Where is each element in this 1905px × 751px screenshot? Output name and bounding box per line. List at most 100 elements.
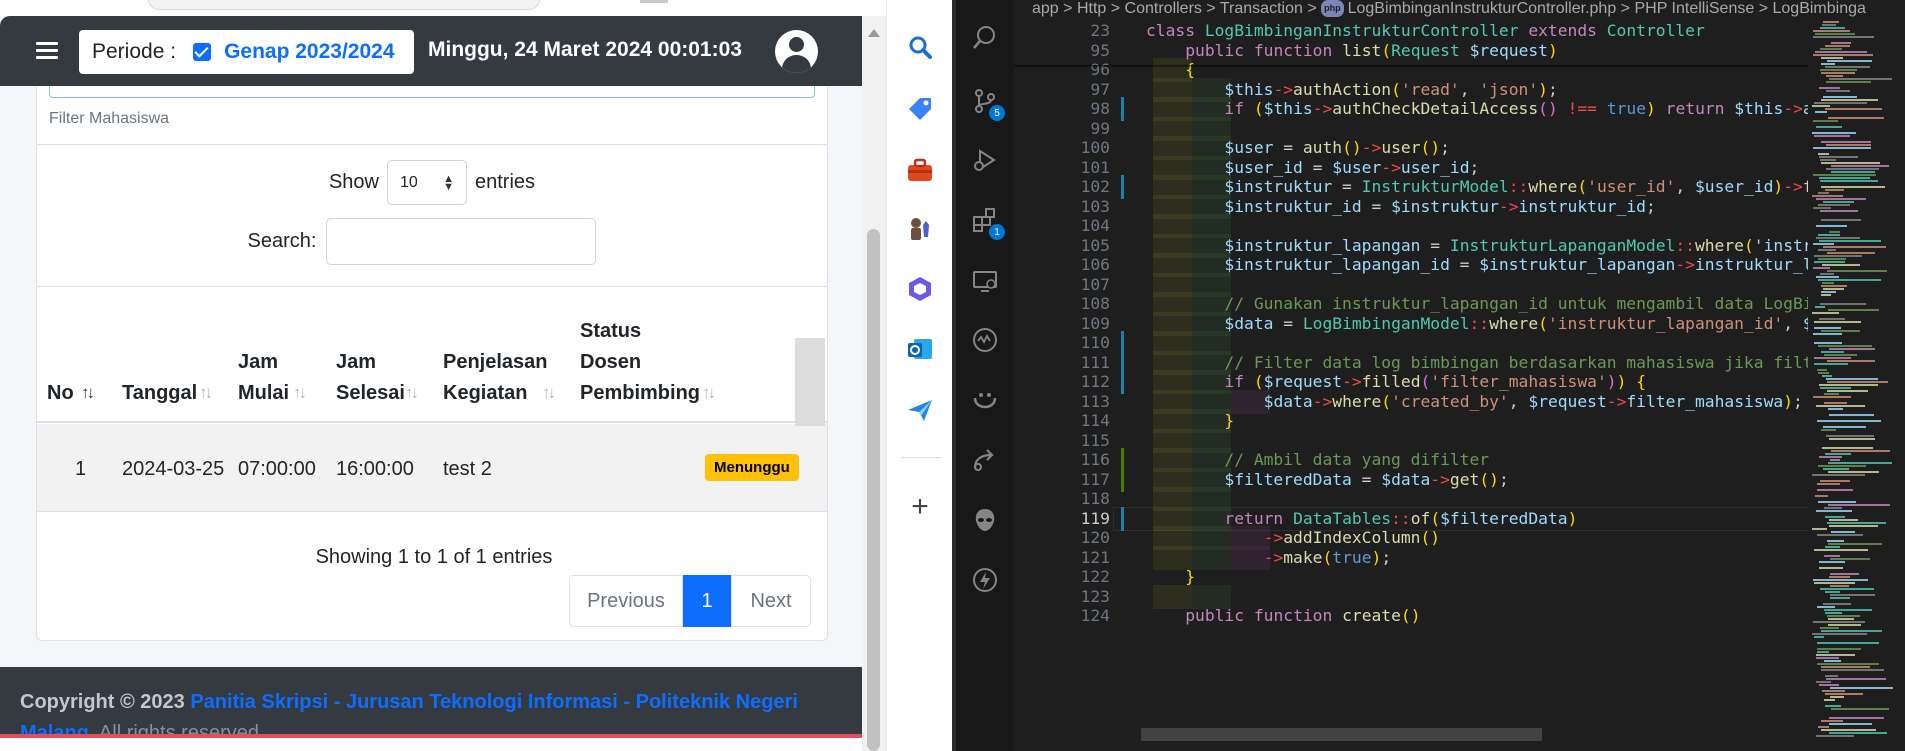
breadcrumb-item[interactable]: Http bbox=[1077, 0, 1106, 17]
column-header-tanggal[interactable]: Tanggal bbox=[122, 378, 197, 409]
column-header-status-dosen-pembimbing[interactable]: Status Dosen Pembimbing bbox=[580, 316, 700, 409]
user-avatar-icon[interactable] bbox=[775, 30, 818, 73]
hamburger-menu-icon[interactable] bbox=[36, 38, 58, 62]
share-arrow-icon[interactable] bbox=[969, 444, 1001, 476]
minimap-line bbox=[1828, 408, 1843, 410]
minimap-line bbox=[1830, 585, 1849, 587]
minimap-line bbox=[1824, 354, 1857, 356]
breadcrumb-file[interactable]: LogBimbinganInstrukturController.php bbox=[1348, 0, 1617, 17]
send-icon[interactable] bbox=[905, 395, 935, 425]
code-line[interactable]: $instruktur_lapangan_id = $instruktur_la… bbox=[1146, 253, 1881, 277]
tag-icon[interactable] bbox=[905, 94, 935, 124]
sort-asc-icon[interactable]: ↑↓ bbox=[81, 383, 95, 403]
timeline-icon[interactable] bbox=[969, 324, 1001, 356]
minimap-line bbox=[1817, 489, 1853, 491]
code-editor[interactable]: 23 class LogBimbinganInstrukturController… bbox=[1014, 17, 1905, 751]
minimap-line bbox=[1813, 54, 1873, 56]
sort-icon[interactable]: ↑↓ bbox=[405, 383, 419, 403]
column-header-no[interactable]: No bbox=[47, 378, 74, 409]
source-control-badge: 5 bbox=[989, 105, 1005, 121]
table-row[interactable]: 1 2024-03-25 07:00:00 16:00:00 test 2 Me… bbox=[37, 424, 827, 512]
periode-label: Periode : bbox=[92, 40, 177, 63]
entries-label: entries bbox=[475, 171, 536, 193]
minimap-line bbox=[1815, 306, 1825, 308]
code-line[interactable]: public function create() bbox=[1146, 604, 1420, 628]
code-line[interactable]: if ($this->authCheckDetailAccess() !== t… bbox=[1146, 97, 1871, 121]
search-icon[interactable] bbox=[905, 32, 935, 62]
code-line[interactable]: public function list(Request $request) bbox=[1146, 39, 1558, 63]
next-page-button[interactable]: Next bbox=[731, 575, 811, 627]
minimap-line bbox=[1826, 90, 1850, 92]
minimap-line bbox=[1816, 654, 1855, 656]
minimap-line bbox=[1831, 42, 1851, 44]
breadcrumb-item[interactable]: Controllers bbox=[1125, 0, 1202, 17]
git-gutter-marker[interactable] bbox=[1121, 175, 1124, 199]
git-gutter-marker[interactable] bbox=[1121, 370, 1124, 394]
sort-icon[interactable]: ↑↓ bbox=[702, 383, 716, 403]
column-header-jam-selesai[interactable]: Jam Selesai bbox=[336, 347, 405, 409]
horizontal-scrollbar[interactable] bbox=[1141, 728, 1542, 741]
git-gutter-marker[interactable] bbox=[1121, 506, 1124, 531]
breadcrumb-item[interactable]: app bbox=[1032, 0, 1059, 17]
search-input[interactable] bbox=[326, 218, 597, 265]
breadcrumb-item[interactable]: PHP IntelliSense bbox=[1634, 0, 1754, 17]
alien-icon[interactable] bbox=[969, 504, 1001, 536]
minimap-line bbox=[1813, 174, 1876, 176]
minimap-line bbox=[1830, 594, 1875, 596]
live-share-icon[interactable] bbox=[969, 384, 1001, 416]
previous-page-button[interactable]: Previous bbox=[569, 575, 683, 627]
sort-icon[interactable]: ↑↓ bbox=[542, 383, 556, 403]
toolbox-icon[interactable] bbox=[905, 155, 935, 185]
breadcrumb-separator: > bbox=[1206, 0, 1216, 17]
minimap-line bbox=[1820, 480, 1850, 482]
lightning-icon[interactable] bbox=[969, 564, 1001, 596]
minimap-line bbox=[1829, 78, 1892, 80]
divider bbox=[901, 457, 941, 458]
minimap-line bbox=[1827, 381, 1888, 383]
scroll-up-icon[interactable] bbox=[868, 29, 880, 37]
minimap-line bbox=[1827, 615, 1860, 617]
sort-icon[interactable]: ↑↓ bbox=[199, 383, 213, 403]
column-header-penjelasan-kegiatan[interactable]: Penjelasan Kegiatan bbox=[443, 347, 548, 409]
copilot-icon[interactable] bbox=[905, 274, 935, 304]
search-icon[interactable] bbox=[969, 22, 1001, 54]
entries-select[interactable]: 10 ▲ ▼ bbox=[387, 160, 467, 205]
minimap[interactable] bbox=[1808, 17, 1905, 751]
minimap-line bbox=[1830, 597, 1850, 599]
git-gutter-marker[interactable] bbox=[1121, 97, 1124, 121]
minimap-line bbox=[1812, 105, 1830, 107]
git-gutter-marker[interactable] bbox=[1121, 467, 1124, 492]
page-1-button[interactable]: 1 bbox=[683, 575, 731, 627]
minimap-line bbox=[1828, 504, 1890, 506]
chess-icon[interactable] bbox=[905, 214, 935, 244]
periode-selector[interactable]: Periode : Genap 2023/2024 bbox=[79, 30, 414, 74]
minimap-line bbox=[1817, 642, 1879, 644]
breadcrumb-symbol[interactable]: LogBimbinga bbox=[1773, 0, 1866, 17]
breadcrumb-item[interactable]: Transaction bbox=[1220, 0, 1303, 17]
page-scrollbar[interactable] bbox=[862, 16, 886, 751]
filter-mahasiswa-select[interactable] bbox=[49, 86, 815, 98]
column-header-jam-mulai[interactable]: Jam Mulai bbox=[238, 347, 289, 409]
minimap-line bbox=[1830, 687, 1893, 689]
sort-icon[interactable]: ↑↓ bbox=[293, 383, 307, 403]
minimap-line bbox=[1825, 675, 1838, 677]
minimap-line bbox=[1814, 135, 1850, 137]
minimap-line bbox=[1817, 534, 1863, 536]
screen: Periode : Genap 2023/2024 Minggu, 24 Mar… bbox=[0, 0, 1905, 751]
scrollbar-thumb[interactable] bbox=[867, 229, 880, 751]
add-icon[interactable]: + bbox=[905, 490, 935, 523]
extensions-badge: 1 bbox=[989, 224, 1005, 240]
minimap-line bbox=[1820, 210, 1858, 212]
code-line[interactable]: $data->where('created_by', $request->fil… bbox=[1146, 390, 1803, 414]
run-debug-icon[interactable] bbox=[969, 144, 1001, 176]
minimap-line bbox=[1814, 582, 1855, 584]
code-line[interactable]: $data = LogBimbinganModel::where('instru… bbox=[1146, 312, 1871, 336]
minimap-line bbox=[1814, 357, 1851, 359]
minimap-line bbox=[1829, 438, 1875, 440]
remote-explorer-icon[interactable] bbox=[969, 265, 1001, 297]
extensions-icon[interactable]: 1 bbox=[969, 204, 1005, 240]
divider bbox=[37, 144, 827, 145]
address-bar[interactable] bbox=[148, 0, 540, 10]
outlook-icon[interactable] bbox=[905, 334, 935, 364]
source-control-icon[interactable]: 5 bbox=[969, 85, 1005, 121]
